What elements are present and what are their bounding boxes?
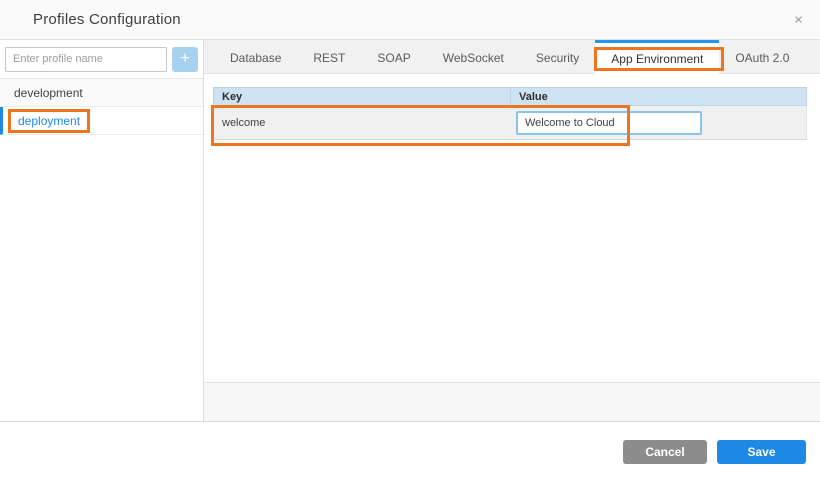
column-header-value: Value <box>510 88 806 105</box>
sidebar-item-development[interactable]: development <box>0 79 203 107</box>
dialog-title: Profiles Configuration <box>33 11 181 28</box>
tab-oauth[interactable]: OAuth 2.0 <box>719 40 805 73</box>
table-row: welcome <box>213 106 807 140</box>
annotation-box-deployment: deployment <box>8 109 90 133</box>
profile-item-label: deployment <box>18 114 80 128</box>
tab-security[interactable]: Security <box>520 40 595 73</box>
save-button[interactable]: Save <box>717 440 806 464</box>
tab-soap[interactable]: SOAP <box>361 40 426 73</box>
tab-label: Database <box>230 51 281 65</box>
plus-icon: + <box>180 51 189 67</box>
tab-database[interactable]: Database <box>214 40 297 73</box>
add-profile-button[interactable]: + <box>172 47 198 72</box>
dialog-body: + development deployment Database REST <box>0 40 820 422</box>
tab-websocket[interactable]: WebSocket <box>427 40 520 73</box>
env-key-cell: welcome <box>214 106 510 139</box>
tab-rest[interactable]: REST <box>297 40 361 73</box>
column-header-key: Key <box>214 88 510 105</box>
profile-item-label: development <box>14 86 83 100</box>
tab-label: WebSocket <box>443 51 504 65</box>
dialog-footer: Cancel Save <box>0 422 820 482</box>
profile-settings-content: Database REST SOAP WebSocket Security Ap… <box>204 40 820 421</box>
content-footer-band <box>204 382 820 421</box>
tab-label: REST <box>313 51 345 65</box>
settings-tabbar: Database REST SOAP WebSocket Security Ap… <box>204 40 820 74</box>
profile-create-row: + <box>0 40 203 79</box>
tab-label: OAuth 2.0 <box>735 51 789 65</box>
app-environment-panel: Key Value welcome <box>204 74 820 382</box>
tab-label: SOAP <box>377 51 410 65</box>
table-header-row: Key Value <box>213 87 807 106</box>
dialog-titlebar: Profiles Configuration × <box>0 0 820 40</box>
profiles-sidebar: + development deployment <box>0 40 204 421</box>
env-value-input[interactable] <box>516 111 702 135</box>
env-value-cell <box>510 106 806 139</box>
close-icon[interactable]: × <box>790 10 807 29</box>
sidebar-item-deployment[interactable]: deployment <box>0 107 203 135</box>
env-variables-table: Key Value welcome <box>213 87 807 140</box>
profile-name-input[interactable] <box>5 47 167 72</box>
tab-app-environment[interactable]: App Environment <box>595 40 719 74</box>
tab-label: App Environment <box>611 52 703 66</box>
cancel-button[interactable]: Cancel <box>623 440 707 464</box>
profiles-configuration-dialog: Profiles Configuration × + development d… <box>0 0 820 482</box>
tab-label: Security <box>536 51 579 65</box>
